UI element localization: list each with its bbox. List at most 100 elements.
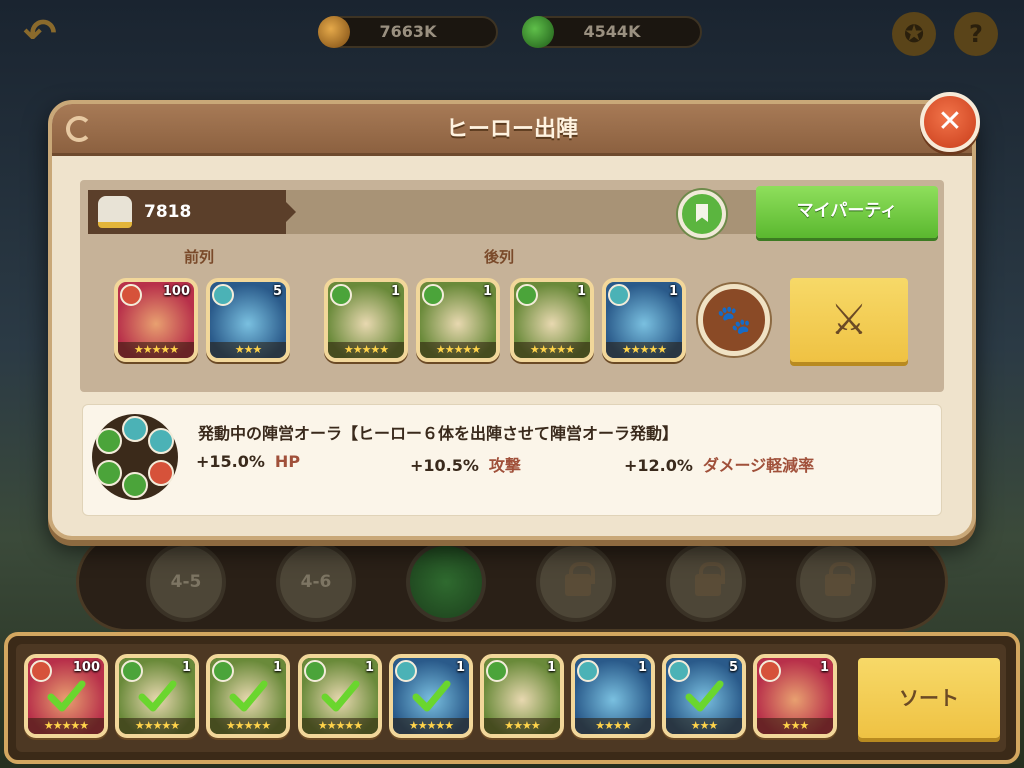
- front-row-label: 前列: [184, 248, 215, 266]
- hero-star-rating: ★★★★★: [514, 342, 590, 358]
- aura-stat-value: +10.5%: [410, 456, 479, 475]
- checkmark-icon: [138, 680, 177, 712]
- hero-level: 100: [162, 284, 190, 299]
- forest-faction-icon: [96, 428, 122, 454]
- hero-star-rating: ★★★★★: [119, 718, 195, 734]
- hero-level: 1: [272, 660, 282, 675]
- back-hero-slot[interactable]: 1 ★★★★★: [324, 278, 408, 362]
- undead-faction-icon: [122, 416, 148, 442]
- checkmark-icon: [321, 680, 360, 712]
- hero-star-rating: ★★★: [210, 342, 286, 358]
- pet-slot-button[interactable]: [698, 284, 770, 356]
- undead-faction-icon: [577, 660, 599, 682]
- roster-hero-card[interactable]: 1 ★★★★★: [389, 654, 473, 738]
- gem-icon: [522, 16, 554, 48]
- aura-stat-value: +15.0%: [196, 452, 265, 471]
- roster-hero-card[interactable]: 1 ★★★: [753, 654, 837, 738]
- aura-stat-hp: +15.0% HP: [196, 452, 300, 471]
- fire-faction-icon: [148, 460, 174, 486]
- undead-faction-icon: [212, 284, 234, 306]
- hero-star-rating: ★★★★★: [118, 342, 194, 358]
- back-arrow-icon[interactable]: ↶: [14, 12, 66, 56]
- crossed-swords-icon: ⚔: [830, 295, 868, 344]
- aura-stat-name: 攻撃: [488, 456, 521, 475]
- undead-faction-icon: [148, 428, 174, 454]
- stage-node-current[interactable]: [406, 542, 486, 622]
- aura-stat-attack: +10.5% 攻撃: [410, 452, 521, 476]
- roster-hero-card[interactable]: 1 ★★★★★: [206, 654, 290, 738]
- hero-level: 1: [546, 660, 556, 675]
- back-hero-slot[interactable]: 1 ★★★★★: [602, 278, 686, 362]
- roster-hero-card[interactable]: 1 ★★★★: [571, 654, 655, 738]
- hero-star-rating: ★★★: [757, 718, 833, 734]
- checkmark-icon: [47, 680, 86, 712]
- help-icon[interactable]: ?: [954, 12, 998, 56]
- undead-faction-icon: [608, 284, 630, 306]
- gem-counter: 4544K: [522, 16, 702, 48]
- forest-faction-icon: [516, 284, 538, 306]
- checkmark-icon: [685, 680, 724, 712]
- hero-star-rating: ★★★★★: [302, 718, 378, 734]
- roster-hero-card[interactable]: 100 ★★★★★: [24, 654, 108, 738]
- front-hero-slot[interactable]: 5 ★★★: [206, 278, 290, 362]
- hero-star-rating: ★★★: [666, 718, 742, 734]
- medal-icon[interactable]: ✪: [892, 12, 936, 56]
- gold-coin-icon: [318, 16, 350, 48]
- sort-button[interactable]: ソート: [858, 658, 1000, 738]
- dialog-header: ヒーロー出陣: [52, 104, 972, 156]
- aura-stat-damage-reduction: +12.0% ダメージ軽減率: [624, 452, 814, 476]
- aura-stat-name: HP: [274, 452, 301, 471]
- hero-level: 5: [272, 284, 282, 299]
- hero-level: 1: [637, 660, 647, 675]
- team-power: 7818: [144, 202, 192, 222]
- checkmark-icon: [229, 680, 268, 712]
- hero-level: 5: [728, 660, 738, 675]
- back-hero-slot[interactable]: 1 ★★★★★: [416, 278, 500, 362]
- forest-faction-icon: [422, 284, 444, 306]
- checkmark-icon: [412, 680, 451, 712]
- hero-level: 1: [181, 660, 191, 675]
- hero-level: 1: [455, 660, 465, 675]
- top-bar: ↶ 7663K 4544K ✪ ?: [0, 0, 1024, 64]
- hero-star-rating: ★★★★★: [393, 718, 469, 734]
- roster-hero-card[interactable]: 1 ★★★★★: [115, 654, 199, 738]
- fist-icon: [98, 196, 132, 228]
- roster-hero-card[interactable]: 5 ★★★: [662, 654, 746, 738]
- fire-faction-icon: [120, 284, 142, 306]
- close-icon: ✕: [937, 104, 963, 139]
- faction-aura-icon: [92, 414, 178, 500]
- hero-level: 1: [364, 660, 374, 675]
- stage-node-4-5[interactable]: 4-5: [146, 542, 226, 622]
- stage-node-4-6[interactable]: 4-6: [276, 542, 356, 622]
- gem-amount: 4544K: [583, 22, 641, 41]
- close-button[interactable]: ✕: [920, 92, 980, 152]
- hero-star-rating: ★★★★: [575, 718, 651, 734]
- hero-level: 1: [576, 284, 586, 299]
- forest-faction-icon: [330, 284, 352, 306]
- gold-amount: 7663K: [379, 22, 437, 41]
- hero-star-rating: ★★★★★: [210, 718, 286, 734]
- forest-faction-icon: [96, 460, 122, 486]
- hero-star-rating: ★★★★★: [28, 718, 104, 734]
- stage-node-locked: [796, 542, 876, 622]
- hero-star-rating: ★★★★★: [420, 342, 496, 358]
- roster-hero-card[interactable]: 1 ★★★★: [480, 654, 564, 738]
- aura-stat-value: +12.0%: [624, 456, 693, 475]
- back-row-label: 後列: [484, 248, 515, 266]
- hero-level: 1: [482, 284, 492, 299]
- roster-hero-card[interactable]: 1 ★★★★★: [298, 654, 382, 738]
- bookmark-button[interactable]: [678, 190, 726, 238]
- hero-level: 1: [390, 284, 400, 299]
- aura-stat-name: ダメージ軽減率: [702, 456, 815, 475]
- forest-faction-icon: [122, 472, 148, 498]
- gold-counter: 7663K: [318, 16, 498, 48]
- hero-star-rating: ★★★★★: [328, 342, 404, 358]
- hero-star-rating: ★★★★: [484, 718, 560, 734]
- battle-button[interactable]: ⚔: [790, 278, 908, 362]
- front-hero-slot[interactable]: 100 ★★★★★: [114, 278, 198, 362]
- back-hero-slot[interactable]: 1 ★★★★★: [510, 278, 594, 362]
- stage-node-locked: [536, 542, 616, 622]
- my-party-button[interactable]: マイパーティ: [756, 186, 938, 238]
- fire-faction-icon: [759, 660, 781, 682]
- stage-node-locked: [666, 542, 746, 622]
